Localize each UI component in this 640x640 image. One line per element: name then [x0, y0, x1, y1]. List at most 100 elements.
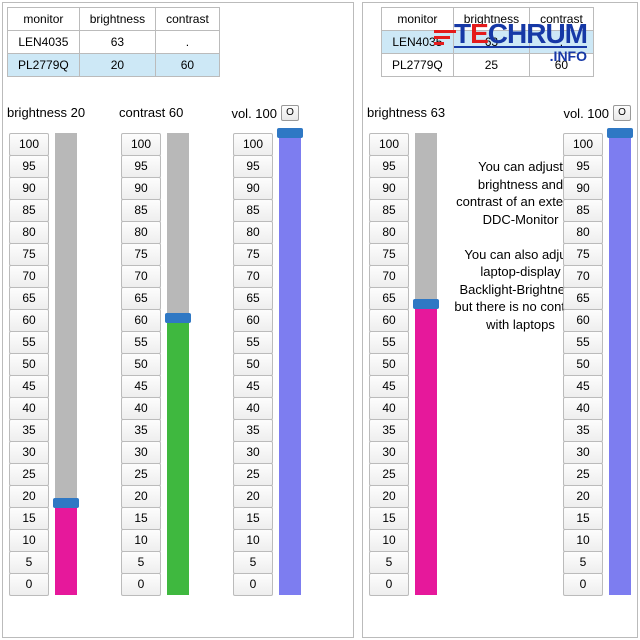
tick-button[interactable]: 10: [121, 529, 161, 552]
tick-button[interactable]: 90: [9, 177, 49, 200]
tick-button[interactable]: 5: [9, 551, 49, 574]
volume-options-button[interactable]: O: [281, 105, 299, 121]
tick-button[interactable]: 20: [563, 485, 603, 508]
tick-button[interactable]: 35: [121, 419, 161, 442]
tick-button[interactable]: 45: [9, 375, 49, 398]
tick-button[interactable]: 60: [9, 309, 49, 332]
tick-button[interactable]: 95: [233, 155, 273, 178]
tick-button[interactable]: 50: [121, 353, 161, 376]
tick-button[interactable]: 90: [233, 177, 273, 200]
tick-button[interactable]: 5: [563, 551, 603, 574]
tick-button[interactable]: 90: [563, 177, 603, 200]
tick-button[interactable]: 100: [121, 133, 161, 156]
tick-button[interactable]: 60: [563, 309, 603, 332]
tick-button[interactable]: 65: [563, 287, 603, 310]
tick-button[interactable]: 95: [9, 155, 49, 178]
tick-button[interactable]: 75: [369, 243, 409, 266]
tick-button[interactable]: 15: [369, 507, 409, 530]
tick-button[interactable]: 30: [121, 441, 161, 464]
slider-thumb[interactable]: [277, 128, 303, 138]
tick-button[interactable]: 20: [9, 485, 49, 508]
tick-button[interactable]: 95: [369, 155, 409, 178]
tick-button[interactable]: 40: [121, 397, 161, 420]
tick-button[interactable]: 80: [9, 221, 49, 244]
tick-button[interactable]: 80: [563, 221, 603, 244]
tick-button[interactable]: 50: [9, 353, 49, 376]
tick-button[interactable]: 0: [563, 573, 603, 596]
tick-button[interactable]: 80: [121, 221, 161, 244]
tick-button[interactable]: 15: [121, 507, 161, 530]
tick-button[interactable]: 25: [369, 463, 409, 486]
tick-button[interactable]: 55: [369, 331, 409, 354]
tick-button[interactable]: 15: [233, 507, 273, 530]
tick-button[interactable]: 0: [369, 573, 409, 596]
tick-button[interactable]: 10: [233, 529, 273, 552]
tick-button[interactable]: 10: [9, 529, 49, 552]
tick-button[interactable]: 75: [233, 243, 273, 266]
tick-button[interactable]: 15: [563, 507, 603, 530]
slider-thumb[interactable]: [165, 313, 191, 323]
tick-button[interactable]: 45: [233, 375, 273, 398]
tick-button[interactable]: 5: [121, 551, 161, 574]
slider-thumb[interactable]: [413, 299, 439, 309]
tick-button[interactable]: 5: [369, 551, 409, 574]
tick-button[interactable]: 20: [233, 485, 273, 508]
tick-button[interactable]: 65: [121, 287, 161, 310]
tick-button[interactable]: 5: [233, 551, 273, 574]
tick-button[interactable]: 100: [233, 133, 273, 156]
tick-button[interactable]: 55: [563, 331, 603, 354]
tick-button[interactable]: 80: [233, 221, 273, 244]
tick-button[interactable]: 100: [369, 133, 409, 156]
tick-button[interactable]: 70: [233, 265, 273, 288]
tick-button[interactable]: 30: [233, 441, 273, 464]
tick-button[interactable]: 65: [369, 287, 409, 310]
tick-button[interactable]: 30: [369, 441, 409, 464]
tick-button[interactable]: 10: [563, 529, 603, 552]
tick-button[interactable]: 35: [9, 419, 49, 442]
tick-button[interactable]: 30: [9, 441, 49, 464]
tick-button[interactable]: 90: [369, 177, 409, 200]
tick-button[interactable]: 40: [233, 397, 273, 420]
tick-button[interactable]: 40: [563, 397, 603, 420]
tick-button[interactable]: 55: [233, 331, 273, 354]
tick-button[interactable]: 75: [563, 243, 603, 266]
table-row[interactable]: PL2779Q 20 60: [8, 54, 220, 77]
tick-button[interactable]: 45: [563, 375, 603, 398]
tick-button[interactable]: 15: [9, 507, 49, 530]
tick-button[interactable]: 35: [563, 419, 603, 442]
tick-button[interactable]: 0: [233, 573, 273, 596]
tick-button[interactable]: 0: [9, 573, 49, 596]
tick-button[interactable]: 0: [121, 573, 161, 596]
tick-button[interactable]: 70: [563, 265, 603, 288]
tick-button[interactable]: 25: [9, 463, 49, 486]
tick-button[interactable]: 95: [121, 155, 161, 178]
tick-button[interactable]: 85: [233, 199, 273, 222]
volume-slider[interactable]: [609, 133, 631, 595]
brightness-slider[interactable]: [415, 133, 437, 595]
tick-button[interactable]: 80: [369, 221, 409, 244]
tick-button[interactable]: 60: [369, 309, 409, 332]
tick-button[interactable]: 25: [233, 463, 273, 486]
tick-button[interactable]: 85: [121, 199, 161, 222]
tick-button[interactable]: 100: [9, 133, 49, 156]
tick-button[interactable]: 30: [563, 441, 603, 464]
tick-button[interactable]: 95: [563, 155, 603, 178]
tick-button[interactable]: 75: [9, 243, 49, 266]
table-row[interactable]: LEN4035 63 .: [8, 31, 220, 54]
tick-button[interactable]: 40: [9, 397, 49, 420]
tick-button[interactable]: 45: [121, 375, 161, 398]
contrast-slider[interactable]: [167, 133, 189, 595]
tick-button[interactable]: 90: [121, 177, 161, 200]
tick-button[interactable]: 70: [9, 265, 49, 288]
tick-button[interactable]: 75: [121, 243, 161, 266]
tick-button[interactable]: 50: [369, 353, 409, 376]
tick-button[interactable]: 55: [121, 331, 161, 354]
tick-button[interactable]: 100: [563, 133, 603, 156]
tick-button[interactable]: 40: [369, 397, 409, 420]
tick-button[interactable]: 50: [563, 353, 603, 376]
tick-button[interactable]: 25: [121, 463, 161, 486]
tick-button[interactable]: 70: [369, 265, 409, 288]
tick-button[interactable]: 50: [233, 353, 273, 376]
tick-button[interactable]: 60: [121, 309, 161, 332]
tick-button[interactable]: 25: [563, 463, 603, 486]
